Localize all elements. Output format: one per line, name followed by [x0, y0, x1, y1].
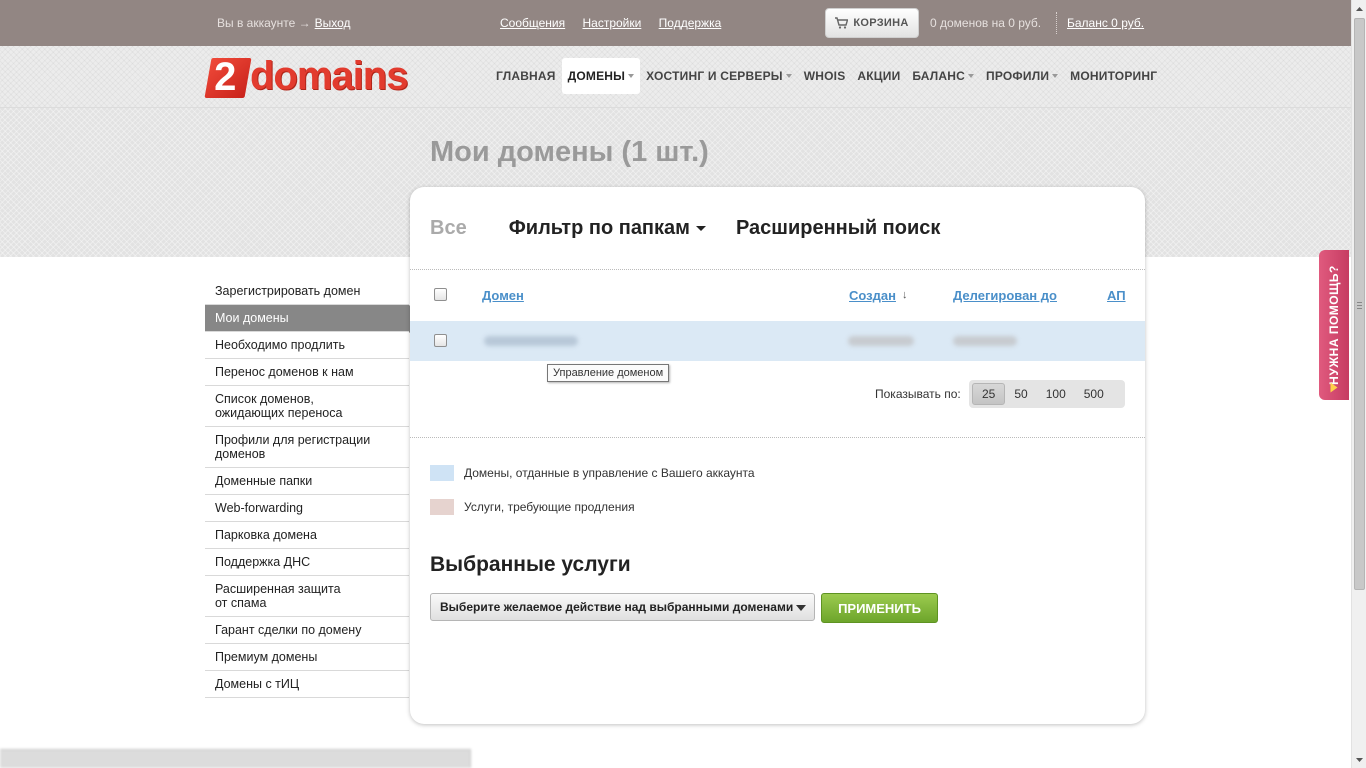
sidebar-item[interactable]: Расширенная защита от спама: [205, 576, 409, 617]
scrollbar[interactable]: [1351, 0, 1366, 768]
sidebar-item[interactable]: Мои домены: [205, 305, 426, 333]
sidebar-item[interactable]: Зарегистрировать домен: [205, 278, 409, 305]
help-tab[interactable]: НУЖНА ПОМОЩЬ?: [1319, 250, 1349, 400]
sidebar-item[interactable]: Гарант сделки по домену: [205, 617, 409, 644]
caret-down-icon: [796, 605, 806, 611]
domain-link[interactable]: [484, 336, 578, 346]
per-page-selector: 25 50 100 500: [969, 380, 1125, 408]
cart-label: КОРЗИНА: [853, 17, 909, 29]
play-icon: [1330, 382, 1338, 393]
nav-promotions[interactable]: АКЦИИ: [851, 58, 906, 94]
sidebar: Зарегистрировать домен Мои домены Необходи…: [205, 278, 426, 698]
legend-swatch: [430, 465, 454, 481]
main-nav: ГЛАВНАЯ ДОМЕНЫ ХОСТИНГ И СЕРВЕРЫ WHOIS А…: [490, 58, 1163, 94]
domains-card: Все Фильтр по папкам Расширенный поиск Д…: [410, 187, 1145, 724]
caret-down-icon: [785, 74, 792, 78]
caret-down-icon: [695, 226, 706, 231]
per-page-label: Показывать по:: [875, 387, 961, 401]
tooltip: Управление доменом: [547, 364, 670, 382]
cart-icon: [835, 17, 849, 29]
tab-advanced-search[interactable]: Расширенный поиск: [736, 217, 940, 240]
apply-button[interactable]: ПРИМЕНИТЬ: [821, 593, 938, 623]
col-delegated[interactable]: Делегирован до: [953, 288, 1057, 303]
per-page-option[interactable]: 500: [1075, 383, 1113, 405]
sidebar-item[interactable]: Список доменов, ожидающих переноса: [205, 386, 409, 427]
scroll-up-icon[interactable]: [1352, 0, 1366, 17]
tab-folder-filter[interactable]: Фильтр по папкам: [509, 217, 706, 240]
row-checkbox[interactable]: [434, 334, 447, 347]
action-select[interactable]: Выберите желаемое действие над выбранным…: [430, 593, 815, 621]
nav-profiles[interactable]: ПРОФИЛИ: [980, 58, 1064, 94]
nav-domains[interactable]: ДОМЕНЫ: [561, 58, 641, 94]
sidebar-item[interactable]: Премиум домены: [205, 644, 409, 671]
cart-summary: 0 доменов на 0 руб.: [930, 16, 1042, 30]
sidebar-item[interactable]: Парковка домена: [205, 522, 409, 549]
nav-whois[interactable]: WHOIS: [798, 58, 852, 94]
logo[interactable]: 2 domains: [204, 54, 428, 100]
logout-link[interactable]: Выход: [315, 16, 351, 30]
delegated-date: [953, 336, 1017, 346]
selected-services-title: Выбранные услуги: [430, 553, 631, 576]
select-all-checkbox[interactable]: [434, 288, 447, 301]
divider: [1056, 12, 1057, 34]
page-title: Мои домены (1 шт.): [430, 136, 709, 168]
legend-swatch: [430, 499, 454, 515]
col-created[interactable]: Создан: [849, 288, 896, 303]
account-status: Вы в аккаунте → Выход: [217, 16, 351, 30]
nav-monitoring[interactable]: МОНИТОРИНГ: [1064, 58, 1163, 94]
sort-arrow-icon: ↓: [902, 289, 908, 301]
caret-down-icon: [968, 74, 975, 78]
balance-link[interactable]: Баланс 0 руб.: [1067, 16, 1144, 30]
filter-tabs: Все Фильтр по папкам Расширенный поиск: [430, 217, 940, 240]
sidebar-item[interactable]: Поддержка ДНС: [205, 549, 409, 576]
col-domain[interactable]: Домен: [482, 288, 524, 303]
per-page-option[interactable]: 25: [972, 383, 1006, 405]
per-page-option[interactable]: 50: [1005, 383, 1036, 405]
messages-link[interactable]: Сообщения: [500, 16, 565, 30]
action-select-value: Выберите желаемое действие над выбранным…: [440, 600, 794, 614]
nav-home[interactable]: ГЛАВНАЯ: [490, 58, 562, 94]
top-links: Сообщения Настройки Поддержка: [500, 16, 735, 30]
help-tab-label: НУЖНА ПОМОЩЬ?: [1327, 265, 1341, 385]
status-bar: [0, 749, 471, 768]
tab-all[interactable]: Все: [430, 217, 467, 240]
sidebar-item[interactable]: Домены с тИЦ: [205, 671, 409, 698]
top-bar: Вы в аккаунте → Выход Сообщения Настройки…: [0, 0, 1351, 46]
scroll-down-icon[interactable]: [1352, 751, 1366, 768]
legend-item: Услуги, требующие продления: [430, 499, 635, 515]
caret-down-icon: [1052, 74, 1059, 78]
legend-text: Услуги, требующие продления: [464, 500, 635, 514]
sidebar-item[interactable]: Профили для регистрации доменов: [205, 427, 409, 468]
nav-hosting[interactable]: ХОСТИНГ И СЕРВЕРЫ: [640, 58, 798, 94]
nav-balance[interactable]: БАЛАНС: [906, 58, 980, 94]
scrollbar-thumb[interactable]: [1354, 18, 1365, 590]
sidebar-item[interactable]: Web-forwarding: [205, 495, 409, 522]
logged-in-text: Вы в аккаунте →: [217, 16, 311, 30]
divider: [410, 269, 1145, 270]
cart-button[interactable]: КОРЗИНА: [825, 8, 919, 38]
per-page-option[interactable]: 100: [1037, 383, 1075, 405]
created-date: [848, 336, 914, 346]
logo-digit: 2: [214, 55, 237, 99]
support-link[interactable]: Поддержка: [659, 16, 722, 30]
caret-down-icon: [628, 74, 635, 78]
legend-text: Домены, отданные в управление с Вашего а…: [464, 466, 755, 480]
col-ap[interactable]: АП: [1107, 288, 1126, 303]
sidebar-item[interactable]: Необходимо продлить: [205, 332, 409, 359]
logo-word: domains: [250, 54, 408, 98]
divider: [410, 437, 1145, 438]
sidebar-item[interactable]: Доменные папки: [205, 468, 409, 495]
sidebar-item[interactable]: Перенос доменов к нам: [205, 359, 409, 386]
legend-item: Домены, отданные в управление с Вашего а…: [430, 465, 755, 481]
settings-link[interactable]: Настройки: [582, 16, 641, 30]
